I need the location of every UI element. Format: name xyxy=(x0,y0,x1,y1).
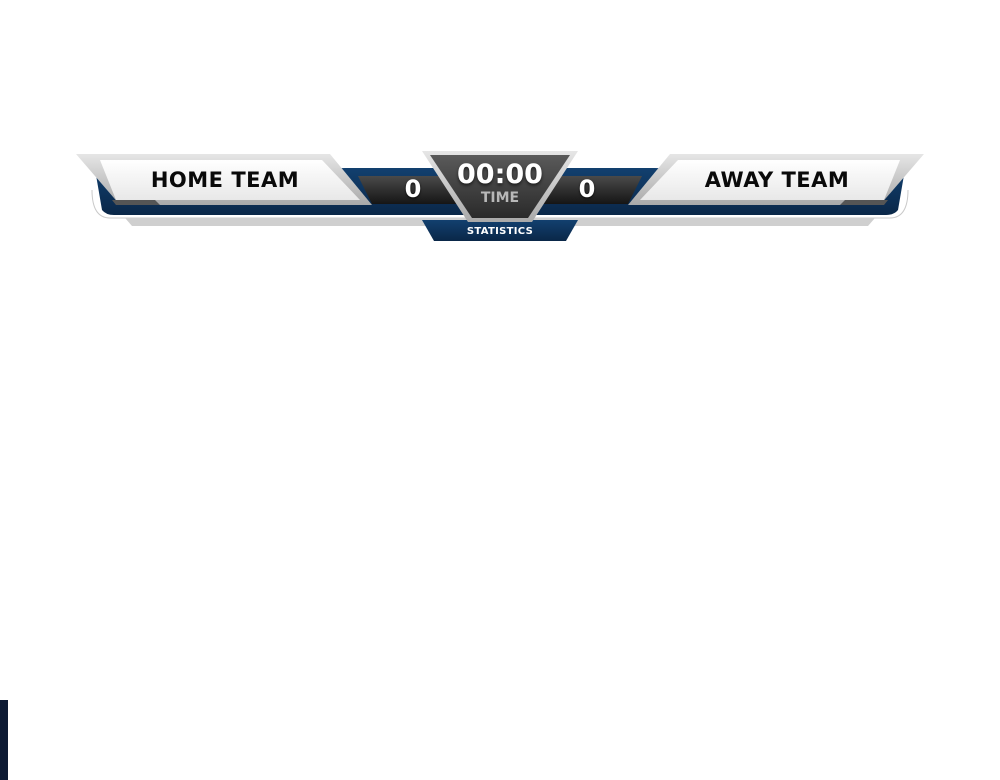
statistics-button[interactable]: STATISTICS xyxy=(440,224,560,240)
away-team-name: AWAY TEAM xyxy=(704,168,850,192)
scoreboard-graphic xyxy=(76,151,924,241)
away-score: 0 xyxy=(578,175,596,203)
corner-bar xyxy=(0,700,8,780)
clock-label: TIME xyxy=(480,190,520,206)
scoreboard: HOME TEAM AWAY TEAM 0 0 00:00 TIME STATI… xyxy=(0,0,1000,260)
game-clock: 00:00 xyxy=(457,159,543,190)
home-team-name: HOME TEAM xyxy=(150,168,300,192)
home-score: 0 xyxy=(404,175,422,203)
